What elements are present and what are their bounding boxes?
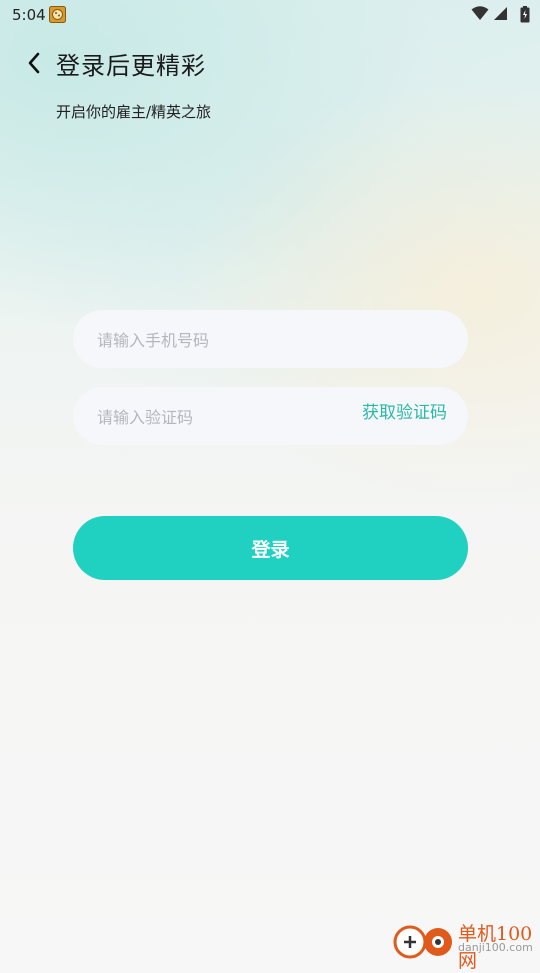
wifi-icon	[471, 6, 489, 20]
status-time: 5:04	[12, 6, 46, 24]
page-subtitle: 开启你的雇主/精英之旅	[56, 103, 212, 121]
watermark-url: danji100.com	[458, 941, 533, 954]
back-button[interactable]	[22, 48, 50, 78]
code-field-container: 获取验证码	[73, 387, 468, 447]
verification-code-input[interactable]	[95, 387, 339, 447]
page-title: 登录后更精彩	[56, 52, 206, 80]
status-bar: 5:04	[0, 0, 540, 30]
watermark: 单机100网 danji100.com	[392, 916, 540, 972]
phone-input[interactable]	[95, 310, 339, 370]
background-gradient	[0, 0, 540, 960]
battery-icon	[520, 6, 530, 23]
cell-signal-icon	[494, 7, 507, 20]
watermark-logo-icon	[393, 925, 452, 959]
get-code-button[interactable]: 获取验证码	[362, 398, 447, 423]
login-button[interactable]: 登录	[73, 516, 468, 580]
app-notification-icon	[49, 6, 66, 23]
phone-field-container	[73, 310, 468, 370]
chevron-left-icon	[28, 52, 40, 74]
status-icons	[471, 6, 508, 21]
